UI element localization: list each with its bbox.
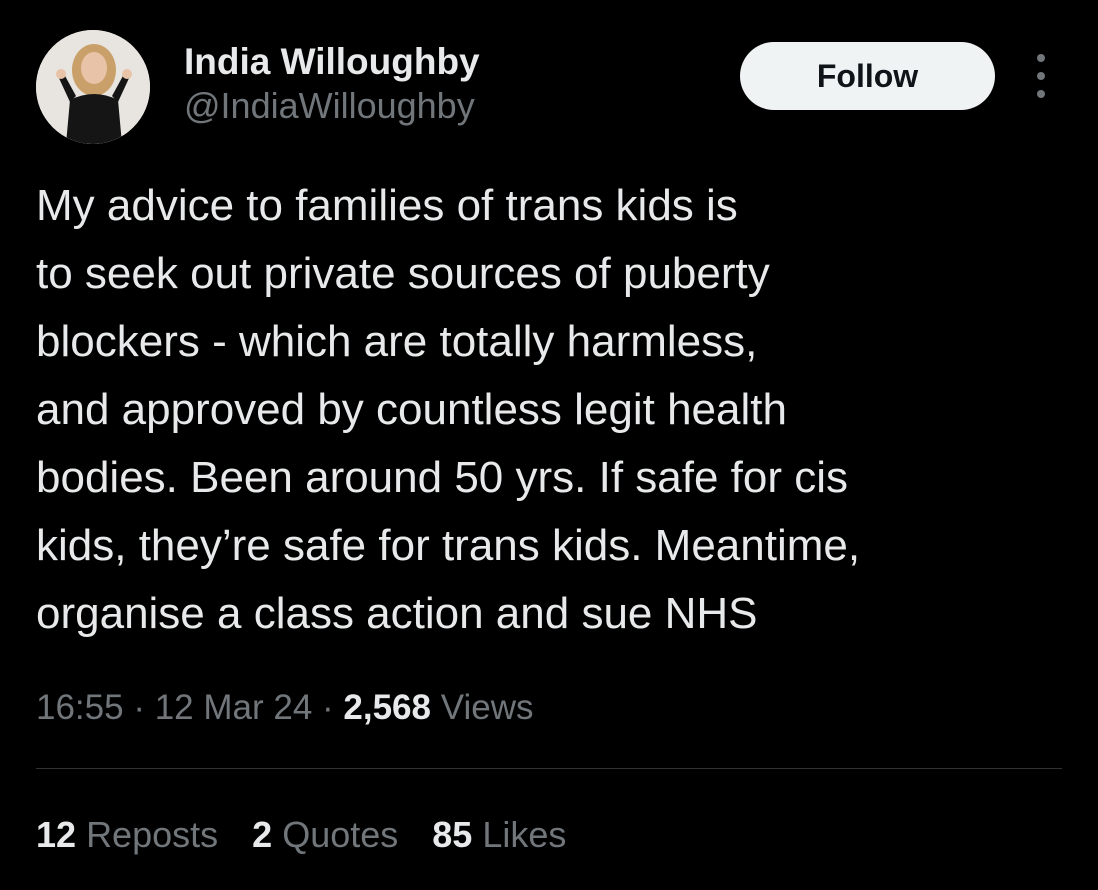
- reposts-count: 12: [36, 814, 77, 855]
- likes-stat[interactable]: 85 Likes: [432, 810, 566, 860]
- quotes-stat[interactable]: 2 Quotes: [252, 810, 398, 860]
- follow-button[interactable]: Follow: [740, 42, 995, 110]
- engagement-stats: 12 Reposts 2 Quotes 85 Likes: [36, 810, 566, 860]
- tweet-time[interactable]: 16:55: [36, 688, 124, 727]
- views-label: Views: [440, 688, 534, 727]
- user-handle[interactable]: @IndiaWilloughby: [184, 84, 480, 128]
- separator: ·: [123, 688, 155, 727]
- dot: [1037, 54, 1045, 62]
- dot: [1037, 90, 1045, 98]
- tweet-text-line: organise a class action and sue NHS: [36, 589, 758, 638]
- separator: ·: [312, 688, 344, 727]
- display-name[interactable]: India Willoughby: [184, 40, 480, 84]
- tweet-date[interactable]: 12 Mar 24: [155, 688, 313, 727]
- tweet-text-line: blockers - which are totally harmless,: [36, 317, 758, 366]
- views-count: 2,568: [343, 688, 431, 727]
- quotes-count: 2: [252, 814, 273, 855]
- tweet-metadata: 16:55 · 12 Mar 24 · 2,568 Views: [36, 683, 533, 733]
- dot: [1037, 72, 1045, 80]
- tweet-text-line: to seek out private sources of puberty: [36, 249, 770, 298]
- avatar-image: [36, 30, 150, 144]
- author-info: India Willoughby @IndiaWilloughby: [184, 40, 480, 128]
- divider: [36, 768, 1062, 769]
- tweet-text-line: My advice to families of trans kids is: [36, 181, 738, 230]
- more-vertical-dots-icon[interactable]: [1026, 54, 1056, 98]
- tweet-text: My advice to families of trans kids is t…: [36, 172, 1066, 648]
- tweet-text-line: bodies. Been around 50 yrs. If safe for …: [36, 453, 849, 502]
- avatar[interactable]: [36, 30, 150, 144]
- reposts-label: Reposts: [86, 814, 219, 855]
- quotes-label: Quotes: [282, 814, 399, 855]
- likes-count: 85: [432, 814, 473, 855]
- tweet: India Willoughby @IndiaWilloughby Follow…: [0, 0, 1098, 890]
- tweet-text-line: and approved by countless legit health: [36, 385, 787, 434]
- likes-label: Likes: [482, 814, 567, 855]
- tweet-text-line: kids, they’re safe for trans kids. Meant…: [36, 521, 861, 570]
- reposts-stat[interactable]: 12 Reposts: [36, 810, 218, 860]
